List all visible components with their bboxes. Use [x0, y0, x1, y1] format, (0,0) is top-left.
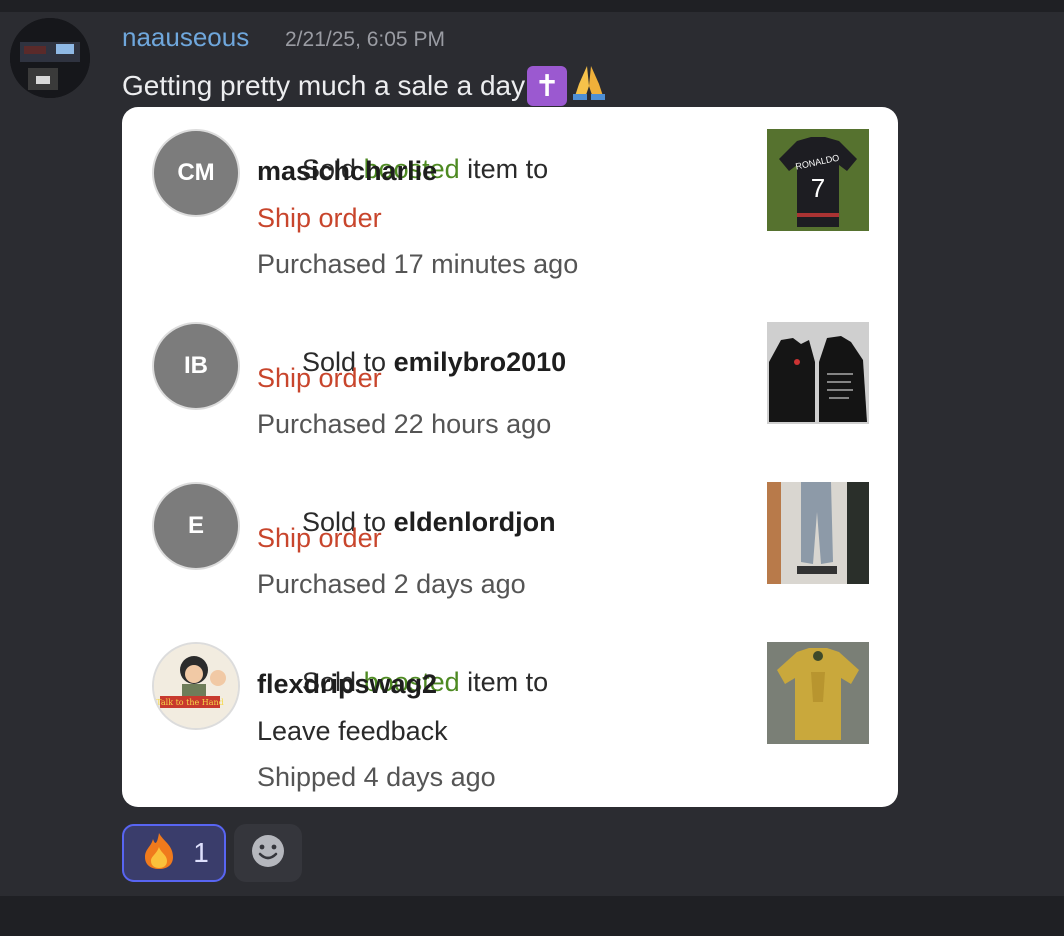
author-avatar[interactable] [10, 18, 90, 98]
buyer-avatar: CM [152, 129, 240, 217]
message-input-area[interactable] [0, 896, 1064, 936]
ship-order-link[interactable]: Ship order [257, 363, 382, 394]
svg-text:Talk to the Hand: Talk to the Hand [156, 698, 224, 707]
sale-status: Shipped 4 days ago [257, 762, 496, 792]
sale-status: Purchased 17 minutes ago [257, 249, 579, 279]
buyer-avatar: E [152, 482, 240, 570]
top-bar [0, 0, 1064, 12]
latin-cross-emoji-icon: ✝ [527, 66, 568, 106]
fire-emoji-icon [139, 831, 179, 875]
author-username[interactable]: naauseous [122, 22, 249, 53]
add-reaction-button[interactable] [234, 824, 302, 882]
message-timestamp: 2/21/25, 6:05 PM [285, 28, 445, 51]
item-thumbnail[interactable]: RONALDO 7 [767, 129, 869, 231]
svg-text:7: 7 [811, 173, 825, 203]
item-thumbnail[interactable] [767, 482, 869, 584]
leave-feedback-link[interactable]: Leave feedback [257, 716, 448, 747]
message-text-line: Getting pretty much a sale a day ✝ [122, 62, 609, 110]
sale-status: Purchased 22 hours ago [257, 409, 552, 439]
sale-suffix: item to [459, 667, 549, 697]
sale-status: Purchased 2 days ago [257, 569, 526, 599]
fire-reaction-button[interactable]: 1 [122, 824, 226, 882]
ship-order-link[interactable]: Ship order [257, 203, 382, 234]
buyer-name[interactable]: eldenlordjon [394, 507, 556, 537]
cartoon-avatar-icon: Talk to the Hand [152, 642, 240, 730]
buyer-name[interactable]: emilybro2010 [394, 347, 567, 377]
smiley-icon [250, 833, 286, 873]
reaction-count: 1 [193, 837, 209, 868]
item-thumbnail[interactable] [767, 642, 869, 744]
sales-notification-card[interactable]: CM Sold boosted item to masichcharlie Sh… [122, 107, 898, 807]
ship-order-link[interactable]: Ship order [257, 523, 382, 554]
item-thumbnail[interactable] [767, 322, 869, 424]
sale-suffix: item to [459, 154, 549, 184]
message-text: Getting pretty much a sale a day [122, 70, 526, 101]
buyer-avatar: IB [152, 322, 240, 410]
folded-hands-emoji-icon [569, 62, 609, 110]
buyer-name[interactable]: flexdripswag2 [257, 669, 437, 700]
buyer-name[interactable]: masichcharlie [257, 156, 437, 187]
